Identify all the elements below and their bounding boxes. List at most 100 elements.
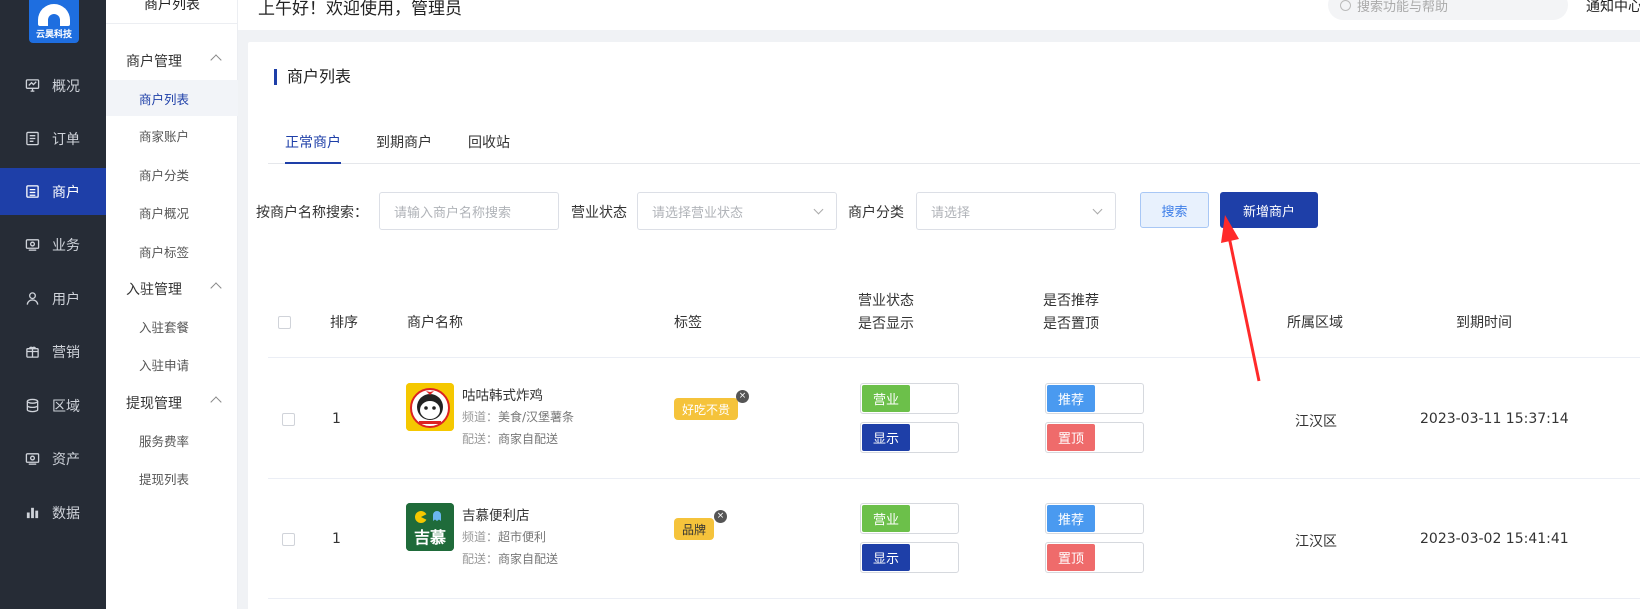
submenu-group-label: 提现管理 bbox=[126, 396, 182, 412]
delivery-label: 配送： bbox=[462, 552, 499, 566]
global-search-input[interactable]: 搜索功能与帮助 bbox=[1328, 0, 1568, 20]
secondary-sidebar: 商户列表 商户管理 商户列表 商家账户 商户分类 商户概况 商户标签 入驻管理 … bbox=[106, 0, 238, 609]
category-label: 商户分类 bbox=[848, 205, 904, 221]
name-search-label: 按商户名称搜索： bbox=[256, 205, 368, 221]
app-root: 云昊科技 概况 订单 商户 业务 用户 营销 区域 资产 数据 商户列表 商户管… bbox=[0, 0, 1640, 609]
wallet-icon bbox=[24, 451, 40, 467]
nav-item-label: 概况 bbox=[52, 78, 80, 95]
notification-center-link[interactable]: 通知中心 bbox=[1586, 0, 1640, 16]
merchant-name-input[interactable]: 请输入商户名称搜索 bbox=[379, 192, 559, 230]
select-all-checkbox[interactable] bbox=[278, 316, 291, 329]
tab-recycle-bin[interactable]: 回收站 bbox=[468, 132, 510, 164]
row-checkbox[interactable] bbox=[282, 413, 295, 426]
submenu-item-merchant-tags[interactable]: 商户标签 bbox=[106, 233, 238, 269]
submenu-group-withdrawal[interactable]: 提现管理 bbox=[106, 388, 238, 418]
remove-tag-icon[interactable]: × bbox=[714, 510, 727, 523]
channel-label: 频道： bbox=[462, 530, 499, 544]
nav-item-assets[interactable]: 资产 bbox=[0, 435, 106, 482]
merchant-name[interactable]: 吉慕便利店 bbox=[462, 504, 530, 524]
nav-item-label: 业务 bbox=[52, 237, 80, 254]
header-order: 排序 bbox=[330, 315, 358, 331]
nav-item-merchants[interactable]: 商户 bbox=[0, 168, 106, 215]
chevron-up-icon bbox=[210, 396, 222, 408]
submenu-group-onboarding[interactable]: 入驻管理 bbox=[106, 274, 238, 304]
chevron-down-icon bbox=[1092, 204, 1103, 215]
tab-normal-merchants[interactable]: 正常商户 bbox=[285, 132, 341, 164]
submenu-item-merchant-overview[interactable]: 商户概况 bbox=[106, 194, 238, 230]
header-recommend-line1: 是否推荐 bbox=[1043, 293, 1099, 309]
submenu-item-onboarding-packages[interactable]: 入驻套餐 bbox=[106, 308, 238, 344]
delivery-value: 商家自配送 bbox=[498, 552, 559, 566]
search-button[interactable]: 搜索 bbox=[1140, 192, 1209, 228]
logo-mark-icon bbox=[38, 4, 70, 26]
remove-tag-icon[interactable]: × bbox=[736, 390, 749, 403]
merchant-channel: 频道：超市便利 bbox=[462, 528, 546, 545]
gift-icon bbox=[24, 344, 40, 360]
nav-item-label: 订单 bbox=[52, 131, 80, 148]
global-search-placeholder: 搜索功能与帮助 bbox=[1357, 0, 1449, 15]
merchant-tag: 好吃不贵 bbox=[674, 398, 739, 420]
header-business-status-line2: 是否显示 bbox=[858, 316, 914, 332]
nav-item-business[interactable]: 业务 bbox=[0, 221, 106, 268]
nav-item-label: 商户 bbox=[52, 184, 80, 201]
nav-item-orders[interactable]: 订单 bbox=[0, 115, 106, 162]
submenu-item-merchant-categories[interactable]: 商户分类 bbox=[106, 156, 238, 192]
switch-on-label: 显示 bbox=[862, 544, 910, 571]
row-order: 1 bbox=[332, 531, 341, 547]
category-select[interactable]: 请选择 bbox=[916, 192, 1116, 230]
row-expire-time: 2023-03-11 15:37:14 bbox=[1420, 411, 1569, 427]
nav-item-marketing[interactable]: 营销 bbox=[0, 328, 106, 375]
switch-on-label: 营业 bbox=[862, 385, 910, 412]
row-expire-time: 2023-03-02 15:41:41 bbox=[1420, 531, 1569, 547]
briefcase-icon bbox=[24, 237, 40, 253]
delivery-value: 商家自配送 bbox=[498, 432, 559, 446]
nav-item-overview[interactable]: 概况 bbox=[0, 62, 106, 109]
top-header: 上午好！欢迎使用，管理员 搜索功能与帮助 通知中心 bbox=[238, 0, 1640, 30]
filter-bar: 按商户名称搜索： 请输入商户名称搜索 营业状态 请选择营业状态 商户分类 请选择… bbox=[256, 192, 1640, 230]
user-icon bbox=[24, 291, 40, 307]
switch-on-label: 营业 bbox=[862, 505, 910, 532]
nav-item-users[interactable]: 用户 bbox=[0, 275, 106, 322]
business-status-switch[interactable]: 营业 bbox=[860, 503, 959, 534]
pin-top-switch[interactable]: 置顶 bbox=[1045, 422, 1144, 453]
display-switch[interactable]: 显示 bbox=[860, 422, 959, 453]
merchant-delivery: 配送：商家自配送 bbox=[462, 550, 558, 567]
submenu-item-withdrawal-list[interactable]: 提现列表 bbox=[106, 460, 238, 496]
database-icon bbox=[24, 398, 40, 414]
add-merchant-button[interactable]: 新增商户 bbox=[1220, 192, 1318, 228]
status-select[interactable]: 请选择营业状态 bbox=[637, 192, 837, 230]
header-tag: 标签 bbox=[674, 315, 702, 331]
brand-logo[interactable]: 云昊科技 bbox=[29, 0, 79, 43]
recommend-switch[interactable]: 推荐 bbox=[1045, 503, 1144, 534]
header-recommend-line2: 是否置顶 bbox=[1043, 316, 1099, 332]
submenu-group-merchant-management[interactable]: 商户管理 bbox=[106, 46, 238, 76]
row-checkbox[interactable] bbox=[282, 533, 295, 546]
nav-item-data[interactable]: 数据 bbox=[0, 489, 106, 536]
chevron-up-icon bbox=[210, 282, 222, 294]
recommend-switch[interactable]: 推荐 bbox=[1045, 383, 1144, 414]
store-logo-text: 吉慕 bbox=[413, 528, 446, 547]
nav-item-region[interactable]: 区域 bbox=[0, 382, 106, 429]
nav-item-label: 区域 bbox=[52, 398, 80, 415]
delivery-label: 配送： bbox=[462, 432, 499, 446]
primary-sidebar: 云昊科技 概况 订单 商户 业务 用户 营销 区域 资产 数据 bbox=[0, 0, 106, 609]
header-business-status: 营业状态 是否显示 bbox=[858, 290, 914, 336]
header-recommend: 是否推荐 是否置顶 bbox=[1043, 290, 1099, 336]
switch-on-label: 推荐 bbox=[1047, 505, 1095, 532]
switch-on-label: 置顶 bbox=[1047, 424, 1095, 451]
submenu-group-label: 入驻管理 bbox=[126, 282, 182, 298]
submenu-item-merchant-list[interactable]: 商户列表 bbox=[106, 80, 238, 116]
submenu-item-merchant-accounts[interactable]: 商家账户 bbox=[106, 117, 238, 153]
pin-top-switch[interactable]: 置顶 bbox=[1045, 542, 1144, 573]
submenu-item-service-fee[interactable]: 服务费率 bbox=[106, 422, 238, 458]
merchant-logo bbox=[406, 383, 454, 431]
business-status-switch[interactable]: 营业 bbox=[860, 383, 959, 414]
merchant-name-placeholder: 请输入商户名称搜索 bbox=[394, 205, 512, 221]
submenu-item-onboarding-requests[interactable]: 入驻申请 bbox=[106, 346, 238, 382]
table-header: 排序 商户名称 标签 营业状态 是否显示 是否推荐 是否置顶 所属区域 到期时间 bbox=[268, 288, 1640, 358]
channel-value: 美食/汉堡薯条 bbox=[498, 410, 575, 424]
display-switch[interactable]: 显示 bbox=[860, 542, 959, 573]
chevron-up-icon bbox=[210, 54, 222, 66]
tab-expired-merchants[interactable]: 到期商户 bbox=[376, 132, 432, 164]
merchant-name[interactable]: 咕咕韩式炸鸡 bbox=[462, 384, 543, 404]
